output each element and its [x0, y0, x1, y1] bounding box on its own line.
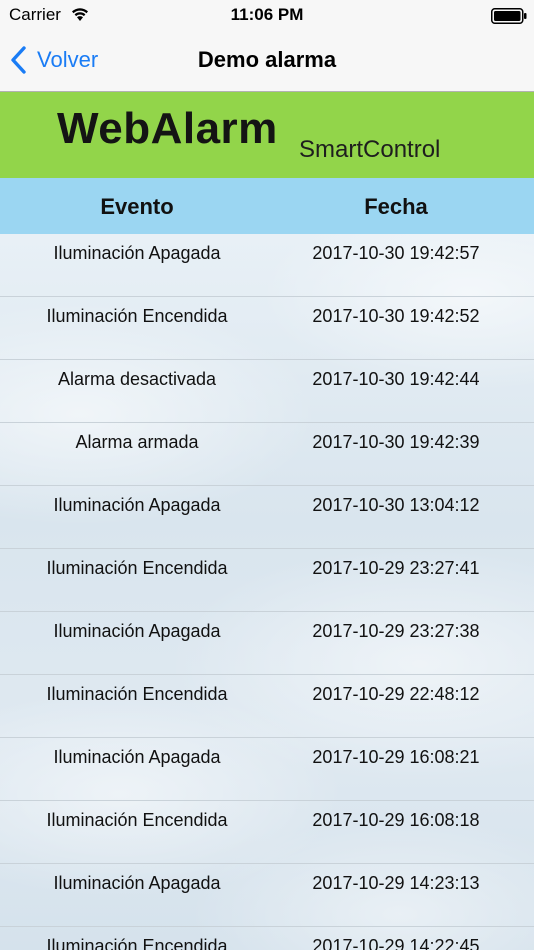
event-name: Iluminación Apagada — [53, 495, 221, 515]
page-title: Demo alarma — [197, 47, 337, 72]
event-name: Iluminación Apagada — [53, 621, 221, 641]
event-name: Iluminación Encendida — [46, 306, 228, 326]
status-time: 11:06 PM — [230, 5, 304, 24]
table-row[interactable]: Iluminación Apagada 2017-10-30 19:42:57 — [0, 234, 534, 297]
event-name: Iluminación Apagada — [53, 873, 221, 893]
table-row[interactable]: Alarma desactivada 2017-10-30 19:42:44 — [0, 360, 534, 423]
table-row[interactable]: Alarma armada 2017-10-30 19:42:39 — [0, 423, 534, 486]
event-date: 2017-10-30 19:42:44 — [312, 369, 480, 389]
brand-banner: WebAlarm SmartControl — [0, 92, 534, 178]
event-date: 2017-10-30 13:04:12 — [312, 495, 480, 515]
event-date: 2017-10-30 19:42:52 — [312, 306, 480, 326]
status-bar: Carrier 11:06 PM — [0, 0, 534, 30]
event-name: Alarma armada — [75, 432, 199, 452]
table-row[interactable]: Iluminación Apagada 2017-10-29 16:08:21 — [0, 738, 534, 801]
event-date: 2017-10-29 23:27:38 — [312, 621, 480, 641]
column-header-fecha: Fecha — [364, 194, 428, 219]
event-date: 2017-10-29 23:27:41 — [312, 558, 480, 578]
event-date: 2017-10-29 16:08:21 — [312, 747, 480, 767]
table-header: Evento Fecha — [0, 178, 534, 234]
app-screen: Carrier 11:06 PM Volver Demo alarma WebA… — [0, 0, 534, 950]
event-name: Iluminación Encendida — [46, 558, 228, 578]
navigation-bar: Volver Demo alarma — [0, 30, 534, 92]
table-row[interactable]: Iluminación Encendida 2017-10-29 23:27:4… — [0, 549, 534, 612]
table-row[interactable]: Iluminación Apagada 2017-10-30 13:04:12 — [0, 486, 534, 549]
logo-text-main: WebAlarm — [57, 104, 278, 153]
event-date: 2017-10-30 19:42:39 — [312, 432, 480, 452]
table-row[interactable]: Iluminación Encendida 2017-10-29 22:48:1… — [0, 675, 534, 738]
table-row[interactable]: Iluminación Apagada 2017-10-29 14:23:13 — [0, 864, 534, 927]
event-name: Iluminación Encendida — [46, 936, 228, 950]
event-list[interactable]: Iluminación Apagada 2017-10-30 19:42:57 … — [0, 234, 534, 950]
event-name: Iluminación Encendida — [46, 810, 228, 830]
table-row[interactable]: Iluminación Encendida 2017-10-29 16:08:1… — [0, 801, 534, 864]
logo-text-sub: SmartControl — [299, 136, 441, 163]
table-row[interactable]: Iluminación Encendida 2017-10-29 14:22:4… — [0, 927, 534, 950]
event-date: 2017-10-29 14:23:13 — [312, 873, 480, 893]
table-row[interactable]: Iluminación Apagada 2017-10-29 23:27:38 — [0, 612, 534, 675]
event-date: 2017-10-30 19:42:57 — [312, 243, 480, 263]
table-row[interactable]: Iluminación Encendida 2017-10-30 19:42:5… — [0, 297, 534, 360]
event-name: Iluminación Encendida — [46, 684, 228, 704]
event-name: Iluminación Apagada — [53, 747, 221, 767]
event-date: 2017-10-29 14:22:45 — [312, 936, 480, 950]
event-name: Alarma desactivada — [57, 369, 217, 389]
event-date: 2017-10-29 16:08:18 — [312, 810, 480, 830]
event-date: 2017-10-29 22:48:12 — [312, 684, 480, 704]
column-header-evento: Evento — [100, 194, 174, 219]
event-name: Iluminación Apagada — [53, 243, 221, 263]
battery-icon — [491, 8, 527, 24]
